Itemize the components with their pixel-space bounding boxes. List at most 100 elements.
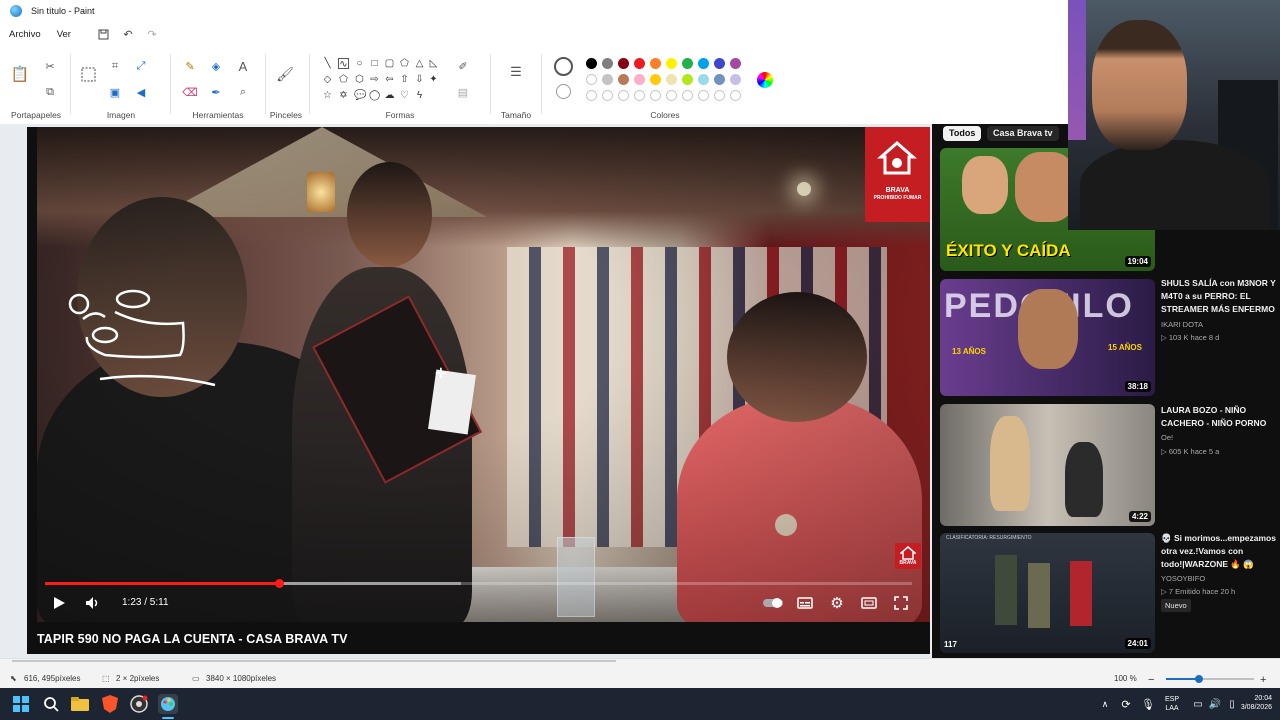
recommendation-title[interactable]: LAURA BOZO - NIÑO CACHERO - NIÑO PORNO	[1161, 404, 1279, 432]
save-icon[interactable]	[97, 27, 111, 41]
color-swatch[interactable]	[682, 74, 693, 85]
zoom-slider-handle[interactable]	[1195, 675, 1203, 683]
color-swatch[interactable]	[698, 74, 709, 85]
pencil-icon[interactable]: ✎	[182, 58, 198, 74]
color-swatch[interactable]	[714, 90, 725, 101]
recommendation-title[interactable]: SHULS SALÍA con M3NOR Y M4T0 a su PERRO:…	[1161, 277, 1279, 317]
settings-gear-icon[interactable]: ⚙	[827, 593, 847, 613]
volume-icon[interactable]	[83, 593, 103, 613]
crop-icon[interactable]: ⌗	[107, 58, 123, 74]
outline-icon[interactable]: ✐	[455, 58, 471, 74]
color-swatch[interactable]	[586, 90, 597, 101]
edit-colors-icon[interactable]	[757, 72, 773, 88]
microphone-icon[interactable]: 🎙	[1138, 694, 1158, 714]
obs-icon[interactable]	[129, 694, 149, 714]
rotate-icon[interactable]: ◀	[133, 84, 149, 100]
color-swatch[interactable]	[666, 90, 677, 101]
recommendation-thumbnail[interactable]: PEDOFILO 13 AÑOS 15 AÑOS 38:18	[940, 279, 1155, 396]
arrow-right-shape-icon[interactable]: ⇨	[369, 74, 380, 85]
color-picker-icon[interactable]: ✒	[208, 84, 224, 100]
oval-shape-icon[interactable]: ○	[354, 58, 365, 69]
image-select-icon[interactable]: ▣	[107, 84, 123, 100]
fullscreen-icon[interactable]	[891, 593, 911, 613]
recommendation-title[interactable]: 💀 Si morimos...empezamos otra vez.!Vamos…	[1161, 532, 1279, 572]
undo-icon[interactable]: ↶	[121, 27, 135, 41]
color-swatch[interactable]	[730, 90, 741, 101]
rectangle-shape-icon[interactable]: □	[369, 58, 380, 69]
recommendation-channel[interactable]: IKARI DOTA	[1161, 320, 1279, 329]
chip-casa-brava[interactable]: Casa Brava tv	[987, 126, 1059, 141]
arrow-up-shape-icon[interactable]: ⇧	[399, 74, 410, 85]
color-swatch[interactable]	[602, 74, 613, 85]
heart-shape-icon[interactable]: ♡	[399, 90, 410, 101]
recommendation-thumbnail[interactable]: 4:22	[940, 404, 1155, 526]
fill-icon[interactable]: ◈	[208, 58, 224, 74]
lightning-shape-icon[interactable]: ϟ	[414, 90, 425, 101]
redo-icon[interactable]: ↷	[145, 27, 159, 41]
triangle-shape-icon[interactable]: △	[414, 58, 425, 69]
text-icon[interactable]: A	[235, 58, 251, 74]
hexagon-shape-icon[interactable]: ⬡	[354, 74, 365, 85]
copy-icon[interactable]: ⧉	[42, 84, 58, 100]
color-swatch[interactable]	[730, 58, 741, 69]
zoom-in-icon[interactable]: +	[1260, 674, 1266, 686]
paint-taskbar-icon[interactable]	[158, 694, 178, 714]
callout-cloud-shape-icon[interactable]: ☁	[384, 90, 395, 101]
video-player[interactable]: BRAVA PROHIBIDO FUMAR BRAVA ✛ 1:23 / 5:1…	[27, 127, 930, 654]
paste-icon[interactable]: 📋	[11, 66, 30, 83]
callout-rect-shape-icon[interactable]: 💬	[354, 90, 366, 101]
recommendation-thumbnail[interactable]: CLASIFICATORIA: RESURGIMIENTO 117 24:01	[940, 533, 1155, 653]
color-swatch[interactable]	[586, 74, 597, 85]
zoom-out-icon[interactable]: −	[1148, 674, 1154, 686]
right-triangle-shape-icon[interactable]: ◺	[428, 58, 439, 69]
color-swatch[interactable]	[730, 74, 741, 85]
autoplay-toggle-icon[interactable]	[762, 593, 784, 613]
recommendation-channel[interactable]: Oe!	[1161, 433, 1279, 442]
brush-icon[interactable]: 🖌	[276, 66, 294, 82]
language-indicator[interactable]: ESP LAA	[1162, 695, 1182, 713]
pentagon-shape-icon[interactable]: ⬠	[338, 74, 349, 85]
zoom-slider[interactable]	[1166, 675, 1254, 683]
color-swatch[interactable]	[682, 58, 693, 69]
magnifier-icon[interactable]: ⌕	[235, 84, 251, 100]
select-icon[interactable]	[80, 66, 96, 82]
color-swatch[interactable]	[650, 58, 661, 69]
resize-icon[interactable]: ⤢	[133, 58, 149, 74]
color-swatch[interactable]	[618, 74, 629, 85]
callout-oval-shape-icon[interactable]: ◯	[369, 90, 380, 101]
color-swatch[interactable]	[618, 90, 629, 101]
color-swatch[interactable]	[714, 74, 725, 85]
star4-shape-icon[interactable]: ✦	[428, 74, 439, 85]
color-swatch[interactable]	[650, 90, 661, 101]
brave-browser-icon[interactable]	[100, 694, 120, 714]
primary-color-icon[interactable]	[554, 57, 573, 76]
polygon-shape-icon[interactable]: ⬠	[399, 58, 410, 69]
star6-shape-icon[interactable]: ✡	[338, 90, 349, 101]
color-swatch[interactable]	[666, 58, 677, 69]
menu-view[interactable]: Ver	[57, 29, 71, 40]
diamond-shape-icon[interactable]: ◇	[322, 74, 333, 85]
star5-shape-icon[interactable]: ☆	[322, 90, 333, 101]
horizontal-scrollbar[interactable]	[12, 660, 616, 662]
cut-icon[interactable]: ✂	[42, 58, 58, 74]
secondary-color-icon[interactable]	[556, 84, 571, 99]
subtitles-icon[interactable]	[795, 593, 815, 613]
color-swatch[interactable]	[602, 90, 613, 101]
color-swatch[interactable]	[698, 90, 709, 101]
chip-all[interactable]: Todos	[943, 126, 982, 141]
progress-handle[interactable]	[275, 579, 285, 588]
line-shape-icon[interactable]: ╲	[322, 58, 333, 69]
sync-icon[interactable]: ⟳	[1116, 694, 1136, 714]
color-swatch[interactable]	[634, 90, 645, 101]
recommendation-channel[interactable]: YOSOYBIFO	[1161, 574, 1279, 583]
progress-bar[interactable]	[45, 579, 912, 588]
arrow-down-shape-icon[interactable]: ⇩	[414, 74, 425, 85]
color-swatch[interactable]	[586, 58, 597, 69]
curve-shape-icon[interactable]: ∿	[338, 58, 349, 70]
color-swatch[interactable]	[698, 58, 709, 69]
theater-mode-icon[interactable]	[859, 593, 879, 613]
windows-start-icon[interactable]	[11, 694, 31, 714]
color-swatch[interactable]	[650, 74, 661, 85]
color-swatch[interactable]	[666, 74, 677, 85]
fill-style-icon[interactable]: ▤	[455, 84, 471, 100]
